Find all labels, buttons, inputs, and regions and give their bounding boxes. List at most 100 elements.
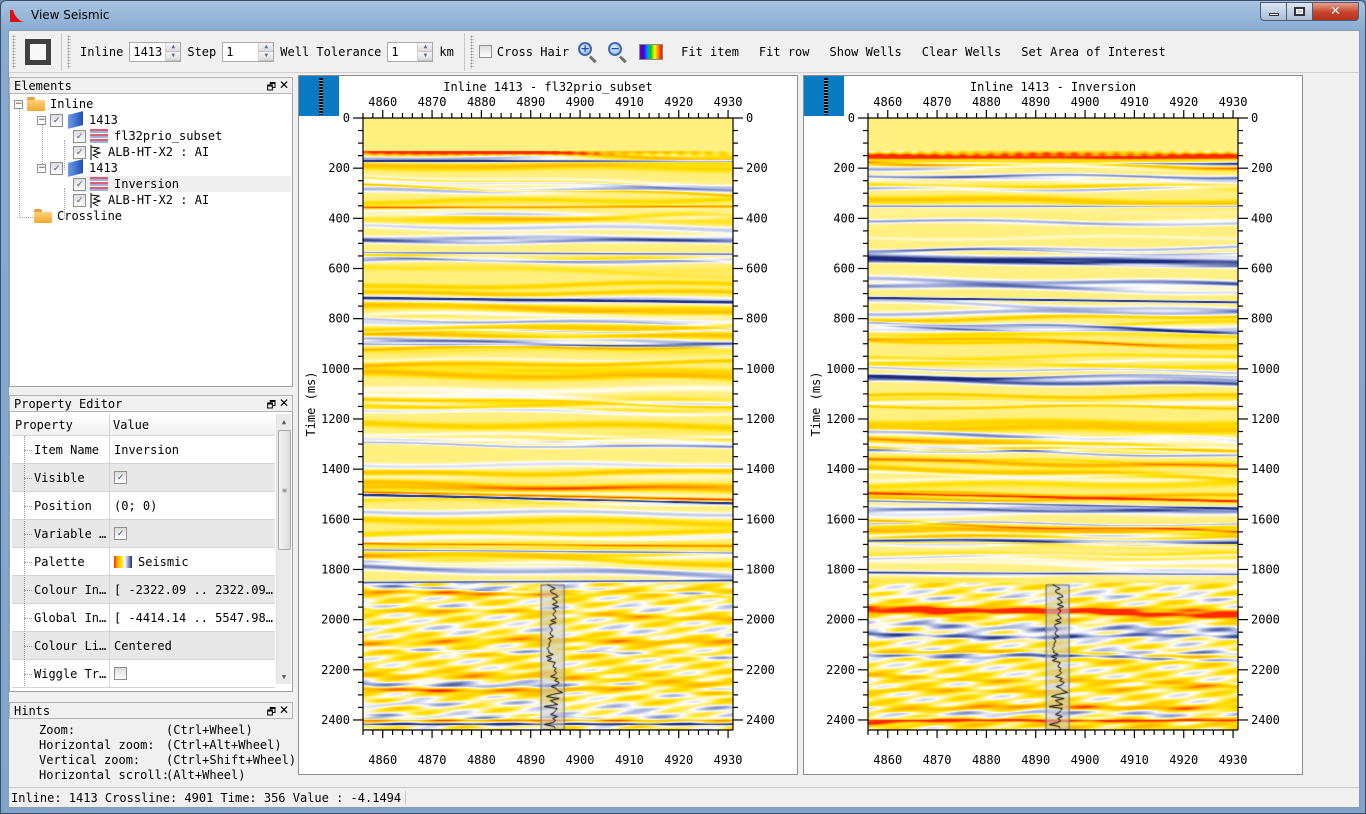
well-tolerance-spin-buttons[interactable]: ▲ ▼ [417,42,433,61]
close-button[interactable]: ✕ [1313,2,1359,21]
property-checkbox[interactable]: ✓ [114,527,127,540]
hints-title[interactable]: Hints 🗗 ✕ [9,702,293,719]
collapse-icon[interactable]: − [37,163,46,173]
property-value[interactable]: ✓ [110,527,127,540]
scroll-up-icon[interactable]: ▲ [277,414,291,429]
x-tick-label-bottom: 4930 [1219,753,1248,767]
minimize-button[interactable] [1260,2,1287,21]
property-checkbox[interactable]: ✓ [114,471,127,484]
property-row[interactable]: Variable … ✓ [12,520,275,548]
spin-down-icon[interactable]: ▼ [259,51,274,61]
property-checkbox[interactable] [114,667,127,680]
tree-item-section-1413[interactable]: − ✓ 1413 [37,159,118,177]
property-row[interactable]: Colour In…[ -2322.09 .. 2322.09… [12,576,275,604]
x-tick-label-top: 4860 [368,95,397,109]
y-tick-label-right: 1200 [746,412,775,426]
tree-item-label: ALB-HT-X2 : AI [108,193,210,207]
seismic-viewer-left[interactable]: Inline 1413 - fl32prio_subset 4860 4860 48… [298,75,798,775]
step-input[interactable] [223,42,259,61]
collapse-icon[interactable]: − [37,115,46,125]
scroll-thumb[interactable]: ≡ [278,430,291,550]
property-value[interactable]: Inversion [110,443,179,457]
toggle-panels-button[interactable] [25,38,51,65]
property-row[interactable]: Palette Seismic [12,548,275,576]
property-value[interactable]: ✓ [110,471,127,484]
spin-up-icon[interactable]: ▲ [418,42,433,52]
zoom-in-icon: + [578,41,593,56]
toolbar-grip[interactable] [469,34,474,69]
title-bar[interactable]: View Seismic ✕ [1,1,1365,30]
spin-down-icon[interactable]: ▼ [166,51,181,61]
tree-item-seismic-fl32prio[interactable]: ✓ fl32prio_subset [73,128,222,144]
visibility-checkbox[interactable]: ✓ [50,113,63,127]
visibility-checkbox[interactable]: ✓ [73,177,86,191]
step-spinbox[interactable]: ▲▼ [222,41,275,62]
fit-row-button[interactable]: Fit row [759,45,810,59]
property-row[interactable]: Global In…[ -4414.14 .. 5547.98… [12,604,275,632]
y-tick-label-left: 1600 [321,512,350,526]
spin-up-icon[interactable]: ▲ [259,42,274,52]
y-axis-label: Time (ms) [304,371,318,436]
property-row[interactable]: Wiggle Tr… [12,660,275,688]
x-tick-label-top: 4910 [1120,95,1149,109]
tree-line [19,217,33,218]
cross-hair-checkbox[interactable] [478,45,492,58]
inline-input[interactable] [130,42,166,61]
seismic-viewer-right[interactable]: Inline 1413 - Inversion 4860 4860 4870 4870… [803,75,1303,775]
scroll-down-icon[interactable]: ▼ [277,669,291,684]
column-header-value[interactable]: Value [110,414,152,435]
well-tolerance-input[interactable] [388,42,418,61]
property-value[interactable]: [ -2322.09 .. 2322.09… [110,583,273,597]
fit-item-button[interactable]: Fit item [681,45,739,59]
tree-item-well-2[interactable]: ✓ ALB-HT-X2 : AI [73,192,209,208]
set-area-of-interest-button[interactable]: Set Area of Interest [1021,45,1166,59]
tree-item-crossline-folder[interactable]: Crossline [34,208,122,224]
zoom-in-button[interactable]: + [577,41,599,63]
close-icon[interactable]: ✕ [279,78,289,92]
hint-action: Vertical zoom: [39,753,141,767]
palette-icon[interactable] [639,43,664,60]
visibility-checkbox[interactable]: ✓ [50,161,63,175]
y-tick-label-right: 600 [1251,261,1273,275]
tree-item-seismic-inversion[interactable]: ✓ Inversion [73,176,291,192]
close-icon[interactable]: ✕ [279,703,289,717]
property-row[interactable]: Colour Li… Centered [12,632,275,660]
spin-up-icon[interactable]: ▲ [166,42,181,52]
maximize-button[interactable] [1287,2,1313,21]
property-row[interactable]: Item Name Inversion [12,436,275,464]
property-value[interactable]: Centered [110,639,172,653]
x-tick-label-top: 4870 [418,95,447,109]
toolbar-grip[interactable] [12,34,16,69]
x-tick-label-bottom: 4890 [1021,753,1050,767]
close-icon[interactable]: ✕ [279,396,289,410]
clear-wells-button[interactable]: Clear Wells [922,45,1001,59]
zoom-out-button[interactable]: − [607,41,629,63]
show-wells-button[interactable]: Show Wells [830,45,902,59]
property-editor-title[interactable]: Property Editor 🗗 ✕ [9,395,293,412]
tree-item-inline-folder[interactable]: − Inline [14,96,93,112]
inline-spinbox[interactable]: ▲▼ [129,41,182,62]
inline-spin-buttons[interactable]: ▲ ▼ [165,42,181,61]
visibility-checkbox[interactable]: ✓ [73,193,86,207]
toolbar-grip[interactable] [67,34,71,69]
tree-item-well-1[interactable]: ✓ ALB-HT-X2 : AI [73,144,209,160]
collapse-icon[interactable]: − [14,99,23,109]
column-header-property[interactable]: Property [12,414,110,435]
cross-hair-label[interactable]: Cross Hair [497,45,569,59]
tree-item-label: Inline [50,97,94,111]
visibility-checkbox[interactable]: ✓ [73,129,86,143]
step-spin-buttons[interactable]: ▲ ▼ [258,42,274,61]
property-scrollbar[interactable]: ▲ ≡ ▼ [276,414,291,684]
elements-dock-title[interactable]: Elements 🗗 ✕ [9,77,293,94]
float-icon[interactable]: 🗗 [267,705,276,722]
property-row[interactable]: Position (0; 0) [12,492,275,520]
spin-down-icon[interactable]: ▼ [418,51,433,61]
property-value[interactable]: Seismic [110,555,189,569]
property-row[interactable]: Visible ✓ [12,464,275,492]
tree-item-section-1413[interactable]: − ✓ 1413 [37,111,118,129]
visibility-checkbox[interactable]: ✓ [73,145,86,159]
property-value[interactable]: (0; 0) [110,499,157,513]
property-value[interactable]: [ -4414.14 .. 5547.98… [110,611,273,625]
property-value[interactable] [110,667,127,680]
well-tolerance-spinbox[interactable]: ▲▼ [387,41,434,62]
